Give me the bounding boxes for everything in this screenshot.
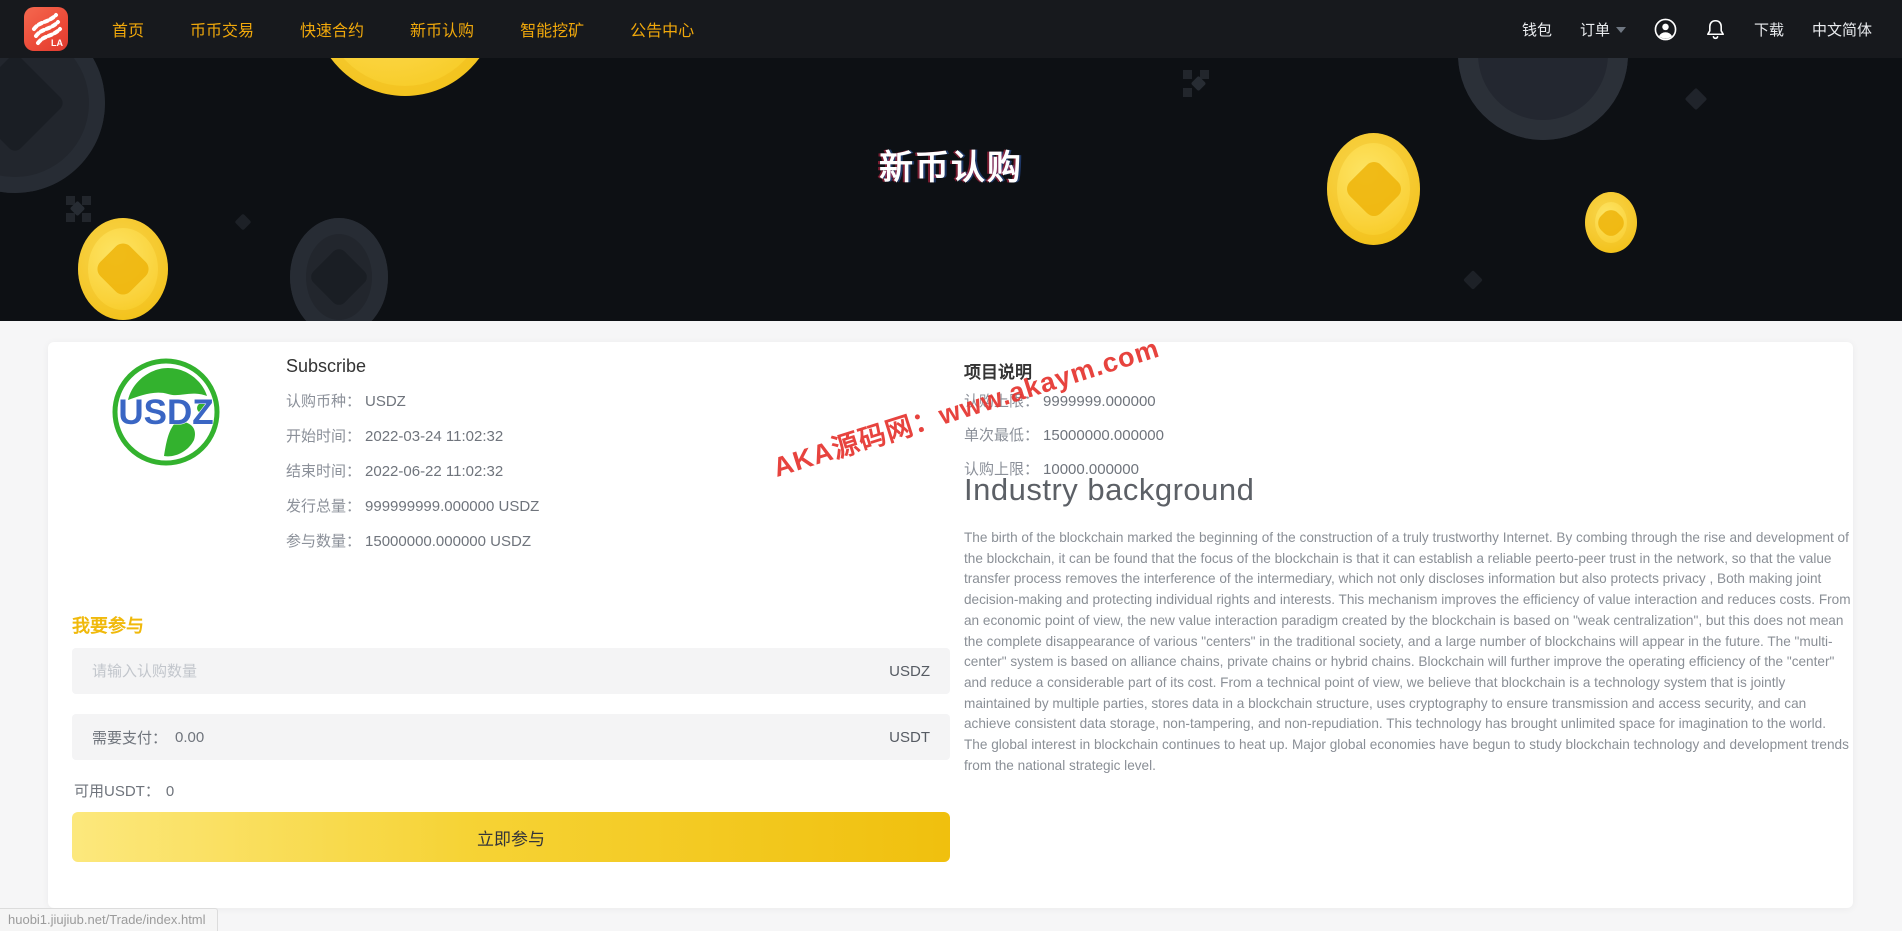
participate-heading: 我要参与 (72, 612, 144, 638)
orders-label: 订单 (1580, 19, 1610, 40)
project-heading: 项目说明 (964, 358, 1032, 383)
industry-background-text: The birth of the blockchain marked the b… (964, 528, 1852, 776)
info-row-start-time: 开始时间：2022-03-24 11:02:32 (286, 425, 539, 446)
top-nav: LA 首页 币币交易 快速合约 新币认购 智能挖矿 公告中心 钱包 订单 下载 (0, 0, 1902, 58)
nav-item-smart-mining[interactable]: 智能挖矿 (520, 17, 584, 41)
available-balance: 可用USDT： 0 (74, 780, 174, 801)
diamond-sparkle (1685, 88, 1708, 111)
nav-item-announcements[interactable]: 公告中心 (630, 17, 694, 41)
join-now-button[interactable]: 立即参与 (72, 812, 950, 862)
pay-label: 需要支付： (92, 727, 167, 748)
language-selector[interactable]: 中文简体 (1812, 19, 1872, 40)
gold-coin-decoration (312, 58, 498, 96)
subscribe-heading: Subscribe (286, 356, 539, 377)
amount-input[interactable] (92, 663, 889, 680)
pay-suffix: USDT (889, 729, 930, 746)
subscribe-info: Subscribe 认购币种：USDZ 开始时间：2022-03-24 11:0… (286, 356, 539, 565)
usdz-coin-logo: USDZ (110, 356, 222, 468)
main-menu: 首页 币币交易 快速合约 新币认购 智能挖矿 公告中心 (112, 17, 694, 41)
download-link[interactable]: 下载 (1754, 19, 1784, 40)
page-title: 新币认购 (0, 140, 1902, 189)
nav-item-spot-trade[interactable]: 币币交易 (190, 17, 254, 41)
orders-dropdown[interactable]: 订单 (1580, 19, 1626, 40)
amount-input-row: USDZ (72, 648, 950, 694)
info-row-sub-cap: 认购上限：9999999.000000 (964, 390, 1164, 411)
chevron-down-icon (1616, 27, 1626, 33)
nav-item-new-coin[interactable]: 新币认购 (410, 17, 474, 41)
info-row-end-time: 结束时间：2022-06-22 11:02:32 (286, 460, 539, 481)
ghost-coin-decoration (1458, 58, 1628, 140)
amount-suffix: USDZ (889, 663, 930, 680)
diamond-sparkle (1463, 270, 1483, 290)
logo-text: LA (51, 38, 63, 48)
available-label: 可用USDT： (74, 783, 160, 800)
info-row-min-per-order: 单次最低：15000000.000000 (964, 424, 1164, 445)
status-url-tooltip: huobi1.jiujiub.net/Trade/index.html (0, 908, 218, 931)
gold-coin-decoration (1585, 192, 1637, 253)
diamond-sparkle (235, 214, 252, 231)
info-row-participation: 参与数量：15000000.000000 USDZ (286, 530, 539, 551)
pay-value: 0.00 (175, 729, 889, 746)
nav-item-fast-contract[interactable]: 快速合约 (300, 17, 364, 41)
available-value: 0 (166, 783, 174, 800)
info-row-coin: 认购币种：USDZ (286, 390, 539, 411)
nav-right-group: 钱包 订单 下载 中文简体 (1522, 18, 1872, 41)
gold-coin-decoration (78, 218, 168, 320)
user-avatar-icon[interactable] (1654, 18, 1677, 41)
subscription-card: USDZ Subscribe 认购币种：USDZ 开始时间：2022-03-24… (48, 342, 1853, 908)
site-logo[interactable]: LA (24, 7, 68, 51)
info-row-total-issue: 发行总量：999999999.000000 USDZ (286, 495, 539, 516)
coin-symbol-text: USDZ (118, 393, 213, 432)
notification-bell-icon[interactable] (1705, 18, 1726, 41)
ghost-coin-decoration (290, 218, 388, 321)
wallet-link[interactable]: 钱包 (1522, 19, 1552, 40)
nav-item-home[interactable]: 首页 (112, 17, 144, 41)
industry-background-heading: Industry background (964, 472, 1254, 508)
pay-amount-row: 需要支付： 0.00 USDT (72, 714, 950, 760)
hero-banner: 新币认购 (0, 58, 1902, 321)
